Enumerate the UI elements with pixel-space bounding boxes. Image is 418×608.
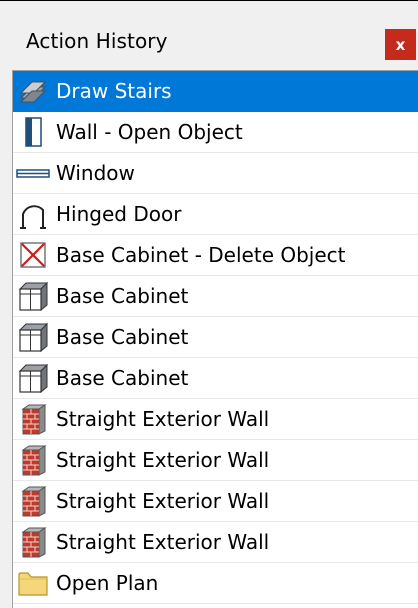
action-history-list[interactable]: Draw Stairs Wall - Open Object Window Hi… — [12, 70, 418, 608]
wall-open-object-icon — [13, 115, 53, 149]
close-button[interactable]: x — [385, 29, 416, 60]
history-item-label: Straight Exterior Wall — [56, 448, 270, 472]
history-item-label: Base Cabinet - Delete Object — [56, 243, 346, 267]
history-item-label: Open Plan — [56, 571, 159, 595]
window-icon — [13, 156, 53, 190]
close-icon: x — [395, 35, 406, 54]
history-item-label: Straight Exterior Wall — [56, 407, 270, 431]
history-item-11[interactable]: Straight Exterior Wall — [13, 522, 418, 563]
panel-titlebar: Action History x — [0, 1, 418, 67]
delete-object-icon — [13, 238, 53, 272]
history-item-1[interactable]: Wall - Open Object — [13, 112, 418, 153]
history-item-label: Base Cabinet — [56, 325, 189, 349]
history-item-label: Window — [56, 161, 135, 185]
history-item-4[interactable]: Base Cabinet - Delete Object — [13, 235, 418, 276]
exterior-wall-icon — [13, 443, 53, 477]
base-cabinet-icon — [13, 320, 53, 354]
history-item-5[interactable]: Base Cabinet — [13, 276, 418, 317]
history-item-10[interactable]: Straight Exterior Wall — [13, 481, 418, 522]
history-item-7[interactable]: Base Cabinet — [13, 358, 418, 399]
panel-title: Action History — [26, 29, 168, 53]
history-item-label: Hinged Door — [56, 202, 182, 226]
hinged-door-icon — [13, 197, 53, 231]
history-item-label: Straight Exterior Wall — [56, 530, 270, 554]
history-item-label: Wall - Open Object — [56, 120, 243, 144]
exterior-wall-icon — [13, 525, 53, 559]
history-item-3[interactable]: Hinged Door — [13, 194, 418, 235]
exterior-wall-icon — [13, 402, 53, 436]
history-item-8[interactable]: Straight Exterior Wall — [13, 399, 418, 440]
history-item-2[interactable]: Window — [13, 153, 418, 194]
history-item-9[interactable]: Straight Exterior Wall — [13, 440, 418, 481]
history-item-label: Base Cabinet — [56, 284, 189, 308]
history-item-0[interactable]: Draw Stairs — [13, 71, 418, 112]
folder-icon — [13, 566, 53, 600]
history-item-label: Draw Stairs — [56, 79, 172, 103]
base-cabinet-icon — [13, 279, 53, 313]
history-item-label: Base Cabinet — [56, 366, 189, 390]
action-history-panel: Action History x Draw Stairs Wall - Open… — [0, 0, 418, 608]
history-item-label: Straight Exterior Wall — [56, 489, 270, 513]
base-cabinet-icon — [13, 361, 53, 395]
history-item-6[interactable]: Base Cabinet — [13, 317, 418, 358]
stairs-icon — [13, 74, 53, 108]
exterior-wall-icon — [13, 484, 53, 518]
history-item-12[interactable]: Open Plan — [13, 563, 418, 604]
